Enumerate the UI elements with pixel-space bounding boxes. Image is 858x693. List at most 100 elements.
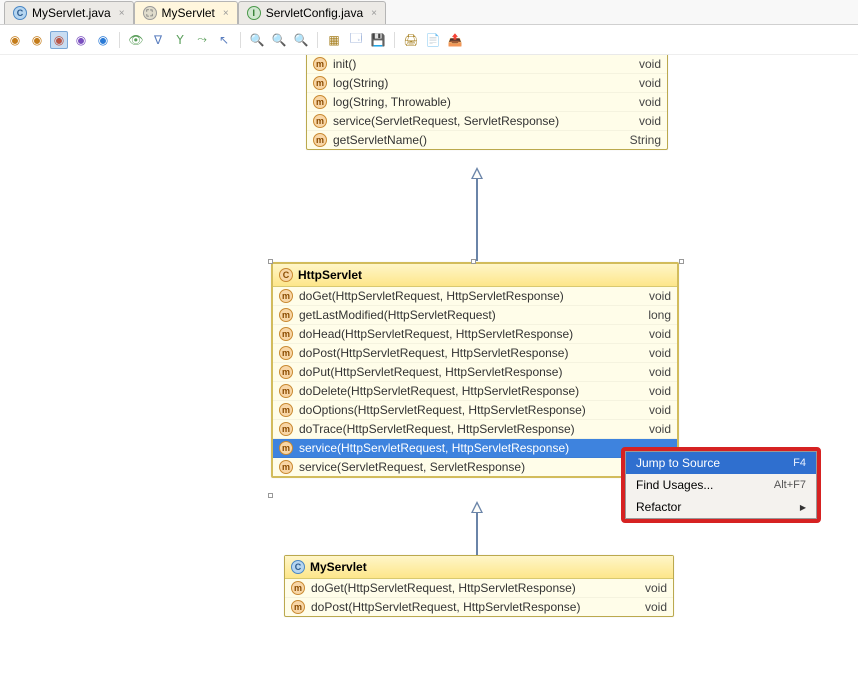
method-icon: m — [279, 346, 293, 360]
separator — [394, 32, 395, 48]
class-title: MyServlet — [310, 560, 367, 574]
fit-content-button[interactable]: 🗔 — [347, 31, 365, 49]
method-icon: m — [279, 308, 293, 322]
member-signature: service(HttpServletRequest, HttpServletR… — [299, 441, 653, 455]
save-button[interactable]: 💾 — [369, 31, 387, 49]
method-icon: m — [291, 581, 305, 595]
resize-handle[interactable] — [268, 259, 273, 264]
member-signature: doPost(HttpServletRequest, HttpServletRe… — [299, 346, 631, 360]
separator — [317, 32, 318, 48]
resize-handle[interactable] — [471, 259, 476, 264]
zoom-in-button[interactable]: 🔍 — [248, 31, 266, 49]
method-icon: m — [313, 76, 327, 90]
member-row[interactable]: m doPut(HttpServletRequest, HttpServletRe… — [273, 363, 677, 382]
inheritance-arrow-icon — [471, 501, 483, 513]
diagram-toolbar: ◉ ◉ ◉ ◉ ◉ 👁 ∇ 𝖸 ⤳ ↖ 🔍 🔍 🔍 ▦ 🗔 💾 🖨 📄 📤 — [0, 25, 858, 55]
separator — [240, 32, 241, 48]
zoom-out-button[interactable]: 🔍 — [270, 31, 288, 49]
method-icon: m — [279, 460, 293, 474]
menu-shortcut: F4 — [793, 457, 806, 469]
menu-item-find-usages[interactable]: Find Usages... Alt+F7 — [626, 474, 816, 496]
member-row[interactable]: mdoGet(HttpServletRequest, HttpServletRe… — [273, 287, 677, 306]
menu-label: Jump to Source — [636, 456, 720, 470]
menu-item-jump-to-source[interactable]: Jump to Source F4 — [626, 452, 816, 474]
inner-classes-button[interactable]: ◉ — [94, 31, 112, 49]
member-return-type: void — [639, 76, 661, 90]
class-icon: C — [13, 6, 27, 20]
zoom-fit-button[interactable]: 🔍 — [292, 31, 310, 49]
fields-button[interactable]: ◉ — [6, 31, 24, 49]
class-title: HttpServlet — [298, 268, 362, 282]
inheritance-edge — [476, 513, 478, 555]
method-icon: m — [279, 403, 293, 417]
menu-item-refactor[interactable]: Refactor — [626, 496, 816, 518]
layout-button[interactable]: ▦ — [325, 31, 343, 49]
method-icon: m — [279, 365, 293, 379]
method-icon: m — [313, 57, 327, 71]
member-row[interactable]: mlog(String, Throwable)void — [307, 93, 667, 112]
member-signature: getLastModified(HttpServletRequest) — [299, 308, 630, 322]
member-row[interactable]: mlog(String)void — [307, 74, 667, 93]
tab-label: ServletConfig.java — [266, 6, 363, 20]
member-signature: log(String, Throwable) — [333, 95, 621, 109]
print-button[interactable]: 🖨 — [402, 31, 420, 49]
member-row[interactable]: mgetLastModified(HttpServletRequest)long — [273, 306, 677, 325]
context-menu-highlight: Jump to Source F4 Find Usages... Alt+F7 … — [621, 447, 821, 523]
export-button[interactable]: 📤 — [446, 31, 464, 49]
menu-label: Find Usages... — [636, 478, 713, 492]
member-row[interactable]: mdoTrace(HttpServletRequest, HttpServlet… — [273, 420, 677, 439]
member-signature: doHead(HttpServletRequest, HttpServletRe… — [299, 327, 631, 341]
edge-mode-button[interactable]: ⤳ — [193, 31, 211, 49]
class-box-httpservlet[interactable]: C HttpServlet mdoGet(HttpServletRequest,… — [271, 262, 679, 478]
interface-icon: I — [247, 6, 261, 20]
class-box-myservlet[interactable]: C MyServlet mdoGet(HttpServletRequest, H… — [284, 555, 674, 617]
member-signature: doPost(HttpServletRequest, HttpServletRe… — [311, 600, 627, 614]
class-icon: C — [291, 560, 305, 574]
member-row[interactable]: m doPost(HttpServletRequest, HttpServletR… — [273, 344, 677, 363]
menu-label: Refactor — [636, 500, 681, 514]
member-signature: init() — [333, 57, 621, 71]
member-row[interactable]: mdoDelete(HttpServletRequest, HttpServle… — [273, 382, 677, 401]
close-icon[interactable]: × — [223, 8, 229, 19]
method-icon: m — [279, 441, 293, 455]
print-preview-button[interactable]: 📄 — [424, 31, 442, 49]
member-signature: doPut(HttpServletRequest, HttpServletRes… — [299, 365, 631, 379]
member-row[interactable]: mdoGet(HttpServletRequest, HttpServletRe… — [285, 579, 673, 598]
member-row[interactable]: mdoOptions(HttpServletRequest, HttpServl… — [273, 401, 677, 420]
member-signature: doTrace(HttpServletRequest, HttpServletR… — [299, 422, 631, 436]
class-header: C HttpServlet — [273, 264, 677, 287]
context-menu: Jump to Source F4 Find Usages... Alt+F7 … — [625, 451, 817, 519]
member-row[interactable]: mdoHead(HttpServletRequest, HttpServletR… — [273, 325, 677, 344]
filter-button[interactable]: 𝖸 — [171, 31, 189, 49]
close-icon[interactable]: × — [119, 8, 125, 19]
member-row[interactable]: mservice(ServletRequest, ServletResponse… — [273, 458, 677, 476]
tab-myservlet-diagram[interactable]: ⛶ MyServlet × — [134, 1, 238, 24]
member-row[interactable]: m service(HttpServletRequest, HttpServlet… — [273, 439, 677, 458]
member-row[interactable]: mservice(ServletRequest, ServletResponse… — [307, 112, 667, 131]
tab-myservlet-java[interactable]: C MyServlet.java × — [4, 1, 134, 24]
member-return-type: void — [645, 600, 667, 614]
visibility-button[interactable]: 👁 — [127, 31, 145, 49]
member-return-type: void — [649, 365, 671, 379]
member-signature: getServletName() — [333, 133, 612, 147]
member-return-type: void — [649, 403, 671, 417]
arrow-button[interactable]: ↖ — [215, 31, 233, 49]
resize-handle[interactable] — [268, 493, 273, 498]
tab-servletconfig-java[interactable]: I ServletConfig.java × — [238, 1, 386, 24]
close-icon[interactable]: × — [371, 8, 377, 19]
properties-button[interactable]: ◉ — [72, 31, 90, 49]
constructors-button[interactable]: ◉ — [28, 31, 46, 49]
member-return-type: void — [639, 57, 661, 71]
member-row[interactable]: mdoPost(HttpServletRequest, HttpServletR… — [285, 598, 673, 616]
dependencies-button[interactable]: ∇ — [149, 31, 167, 49]
menu-shortcut: Alt+F7 — [774, 479, 806, 491]
tab-label: MyServlet.java — [32, 6, 111, 20]
diagram-canvas[interactable]: minit()voidmlog(String)voidmlog(String, … — [0, 55, 858, 693]
class-box-genericservlet-partial[interactable]: minit()voidmlog(String)voidmlog(String, … — [306, 55, 668, 150]
methods-button[interactable]: ◉ — [50, 31, 68, 49]
method-icon: m — [313, 114, 327, 128]
class-header: C MyServlet — [285, 556, 673, 579]
resize-handle[interactable] — [679, 259, 684, 264]
member-row[interactable]: mgetServletName()String — [307, 131, 667, 149]
member-row[interactable]: m init() void — [307, 55, 667, 74]
